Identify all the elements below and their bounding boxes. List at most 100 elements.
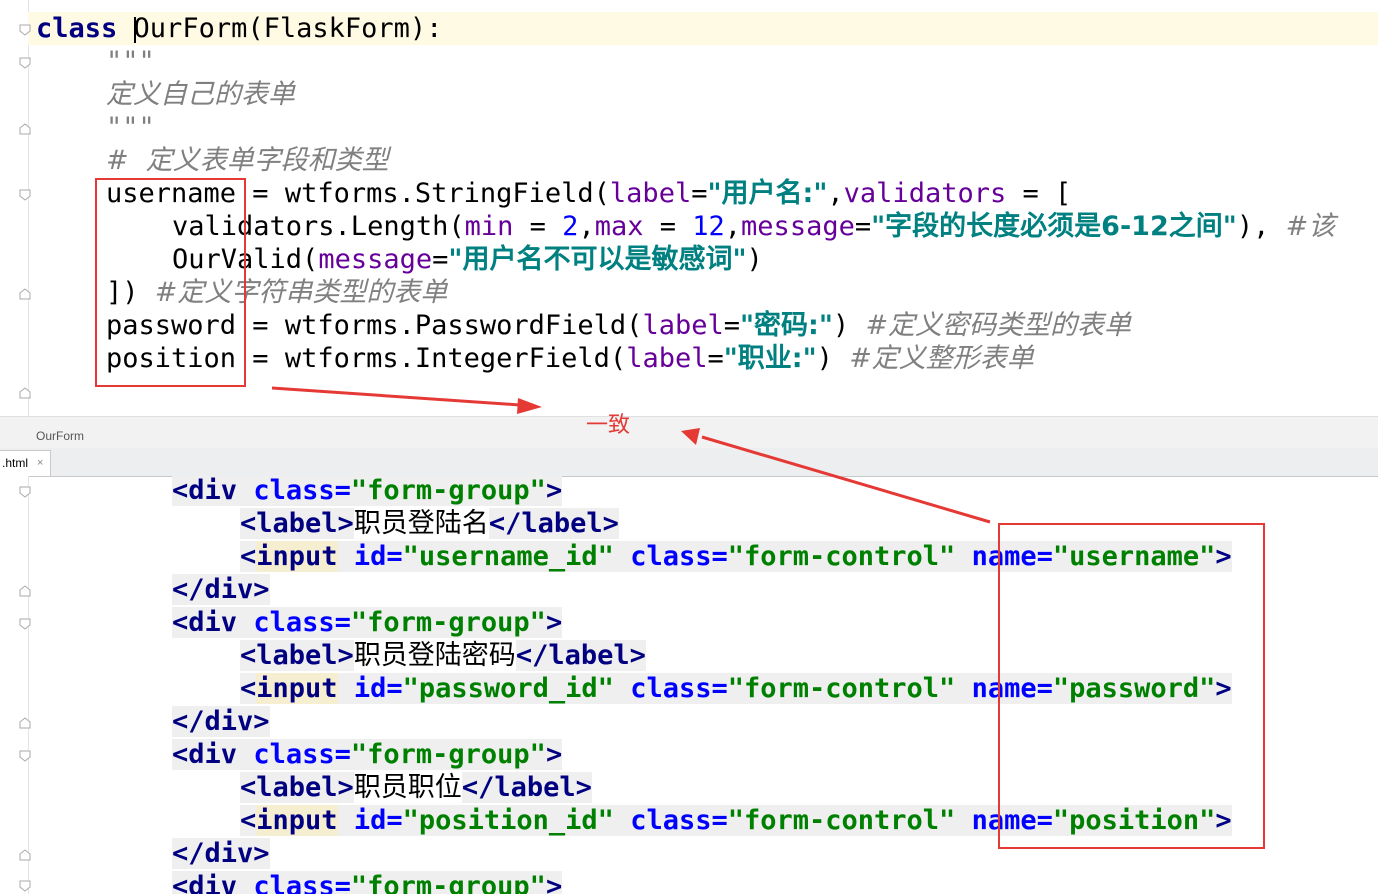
html-tag: < bbox=[172, 871, 189, 894]
param: min bbox=[464, 211, 514, 242]
file-tab-label[interactable]: .html bbox=[2, 451, 28, 476]
html-attr-value: "form-group" bbox=[350, 739, 546, 770]
html-tag: </label> bbox=[488, 508, 619, 539]
code-text: = bbox=[854, 211, 872, 242]
html-attr: class= bbox=[253, 739, 351, 770]
code-line: """ bbox=[106, 46, 155, 77]
html-attr: id= bbox=[353, 805, 403, 836]
code-text: ) bbox=[832, 310, 866, 341]
html-attr: class= bbox=[630, 673, 728, 704]
html-tag: > bbox=[337, 772, 354, 803]
fold-marker-icon[interactable] bbox=[19, 585, 31, 597]
html-tag: div bbox=[188, 607, 238, 638]
code-text: = bbox=[513, 211, 563, 242]
html-tag: label bbox=[256, 772, 338, 803]
code-text: = bbox=[691, 178, 708, 209]
code-text: ) bbox=[746, 244, 763, 275]
comment: #定义整形表单 bbox=[849, 343, 1034, 374]
param: max bbox=[594, 211, 644, 242]
string: "密码:" bbox=[739, 310, 833, 341]
html-tag: label bbox=[256, 508, 338, 539]
code-line: <div class="form-group"> bbox=[36, 606, 563, 639]
number: 2 bbox=[562, 211, 579, 242]
code-text: , bbox=[578, 211, 595, 242]
breadcrumb-item[interactable]: OurForm bbox=[36, 429, 84, 443]
param: label bbox=[609, 178, 692, 209]
code-text: (FlaskForm): bbox=[247, 13, 443, 44]
string: "字段的长度必须是6-12之间" bbox=[871, 211, 1237, 242]
html-tag: input bbox=[256, 541, 338, 572]
param: message bbox=[318, 244, 433, 275]
html-tag: < bbox=[240, 673, 257, 704]
html-tag: div bbox=[188, 871, 238, 894]
code-line: <label>职员职位</label> bbox=[36, 771, 592, 804]
html-tag: > bbox=[545, 871, 563, 894]
param: message bbox=[741, 211, 855, 242]
code-text: = bbox=[432, 244, 449, 275]
html-attr-value: "username_id" bbox=[402, 541, 614, 572]
code-line: </div> bbox=[36, 837, 270, 870]
code-text: = bbox=[707, 343, 724, 374]
label-text: 职员登陆名 bbox=[353, 508, 489, 539]
code-line: <div class="form-group"> bbox=[36, 738, 563, 771]
html-tag: </label> bbox=[515, 640, 646, 671]
html-tag: label bbox=[256, 640, 338, 671]
html-tag: div bbox=[188, 476, 238, 506]
html-attr: class= bbox=[253, 476, 351, 506]
code-text: = wtforms.IntegerField( bbox=[236, 343, 627, 374]
code-line: 定义自己的表单 bbox=[106, 79, 295, 110]
code-text: ), bbox=[1236, 211, 1286, 242]
html-tag: < bbox=[240, 508, 257, 539]
keyword: class bbox=[36, 13, 118, 44]
fold-marker-icon[interactable] bbox=[19, 288, 31, 300]
annotation-label: 一致 bbox=[586, 413, 631, 438]
close-icon[interactable]: × bbox=[37, 451, 43, 476]
html-attr-value: "form-group" bbox=[350, 476, 546, 506]
code-line: </div> bbox=[36, 573, 270, 606]
string: "职业:" bbox=[723, 343, 817, 374]
html-tag: input bbox=[256, 673, 338, 704]
html-attr-value: "form-group" bbox=[350, 871, 546, 894]
fold-marker-icon[interactable] bbox=[19, 618, 31, 630]
html-attr-value: "form-control" bbox=[727, 805, 956, 836]
fold-marker-icon[interactable] bbox=[19, 880, 31, 892]
html-tag: </label> bbox=[461, 772, 592, 803]
file-tab[interactable]: .html × bbox=[0, 450, 51, 476]
comment: #定义密码类型的表单 bbox=[865, 310, 1132, 341]
fold-marker-icon[interactable] bbox=[19, 387, 31, 399]
html-attr: class= bbox=[630, 541, 728, 572]
html-tag: > bbox=[337, 508, 354, 539]
comment: #该 bbox=[1285, 211, 1336, 242]
html-tag: < bbox=[172, 607, 189, 638]
fold-marker-icon[interactable] bbox=[19, 189, 31, 201]
class-name: OurForm bbox=[133, 13, 248, 44]
code-text: , bbox=[724, 211, 742, 242]
param: label bbox=[626, 343, 708, 374]
breadcrumb[interactable]: OurForm bbox=[0, 416, 1378, 449]
html-tag: < bbox=[240, 805, 257, 836]
html-attr-value: "position_id" bbox=[402, 805, 614, 836]
html-tag: </div> bbox=[172, 706, 270, 737]
fold-marker-icon[interactable] bbox=[19, 717, 31, 729]
html-attr: class= bbox=[253, 607, 351, 638]
fold-marker-icon[interactable] bbox=[19, 57, 31, 69]
html-tag: input bbox=[256, 805, 338, 836]
code-line: <div class="form-group"> bbox=[36, 476, 563, 507]
code-line: # 定义表单字段和类型 bbox=[106, 145, 389, 176]
html-tag: </div> bbox=[172, 838, 270, 869]
number: 12 bbox=[692, 211, 725, 242]
html-tag: </div> bbox=[172, 574, 270, 605]
html-tag: < bbox=[240, 772, 257, 803]
fold-marker-icon[interactable] bbox=[19, 486, 31, 498]
fold-marker-icon[interactable] bbox=[19, 24, 31, 36]
code-text: ) bbox=[816, 343, 850, 374]
fold-marker-icon[interactable] bbox=[19, 123, 31, 135]
fold-marker-icon[interactable] bbox=[19, 849, 31, 861]
param: label bbox=[642, 310, 724, 341]
html-attr: id= bbox=[353, 673, 403, 704]
html-attr-value: "form-control" bbox=[727, 541, 956, 572]
html-attr-value: "form-control" bbox=[727, 673, 956, 704]
html-attr: class= bbox=[253, 871, 351, 894]
param: validators bbox=[843, 178, 1007, 209]
fold-marker-icon[interactable] bbox=[19, 750, 31, 762]
